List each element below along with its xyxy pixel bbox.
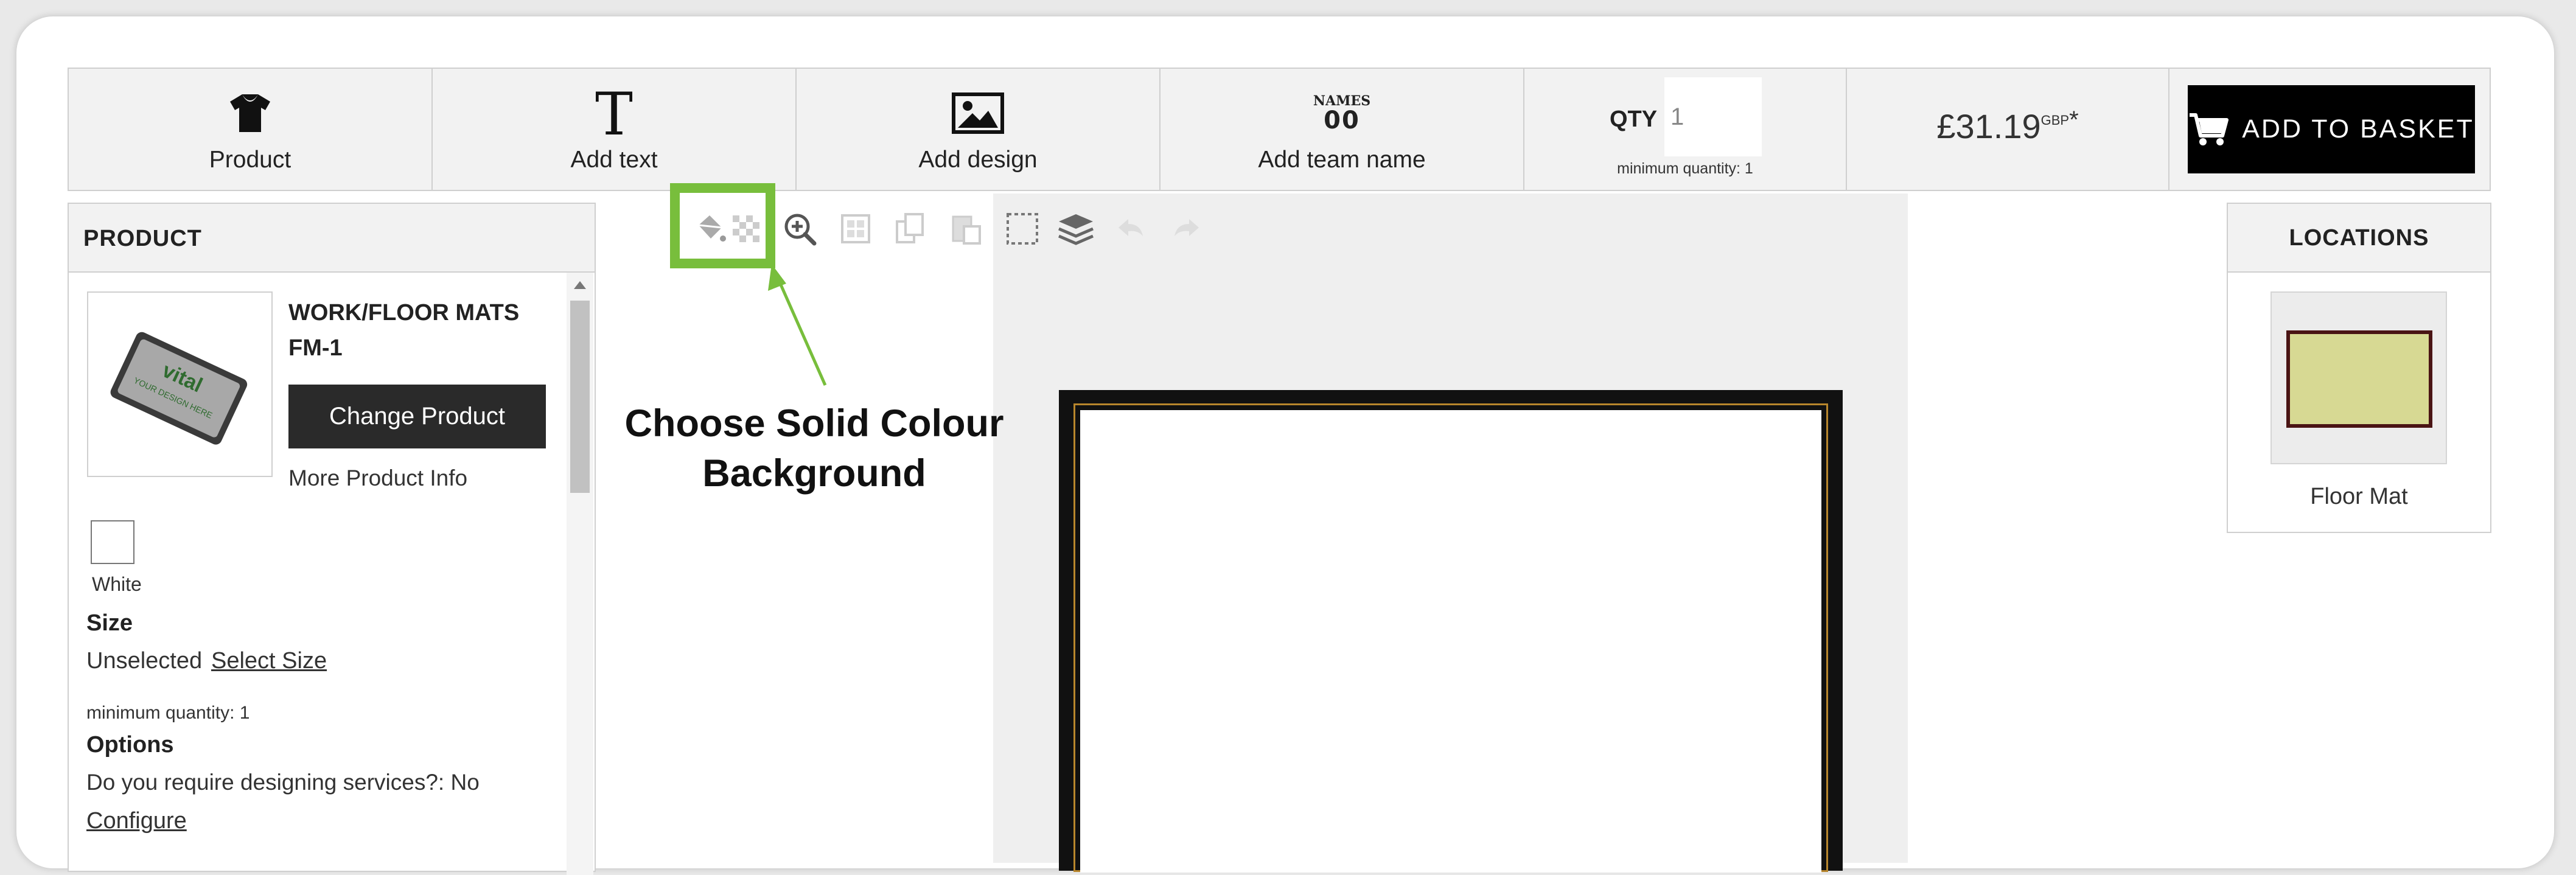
annotation-text: Choose Solid Colour Background (613, 399, 1015, 498)
annotation-arrow (768, 264, 827, 386)
annotation-line-1: Choose Solid Colour (624, 402, 1004, 445)
annotation-line-2: Background (702, 452, 926, 495)
location-floor-mat-label: Floor Mat (2310, 484, 2408, 509)
locations-header: LOCATIONS (2228, 204, 2490, 273)
location-floor-mat-preview (2286, 330, 2432, 428)
locations-panel: LOCATIONS Floor Mat (2227, 203, 2491, 533)
location-floor-mat[interactable] (2271, 291, 2447, 464)
